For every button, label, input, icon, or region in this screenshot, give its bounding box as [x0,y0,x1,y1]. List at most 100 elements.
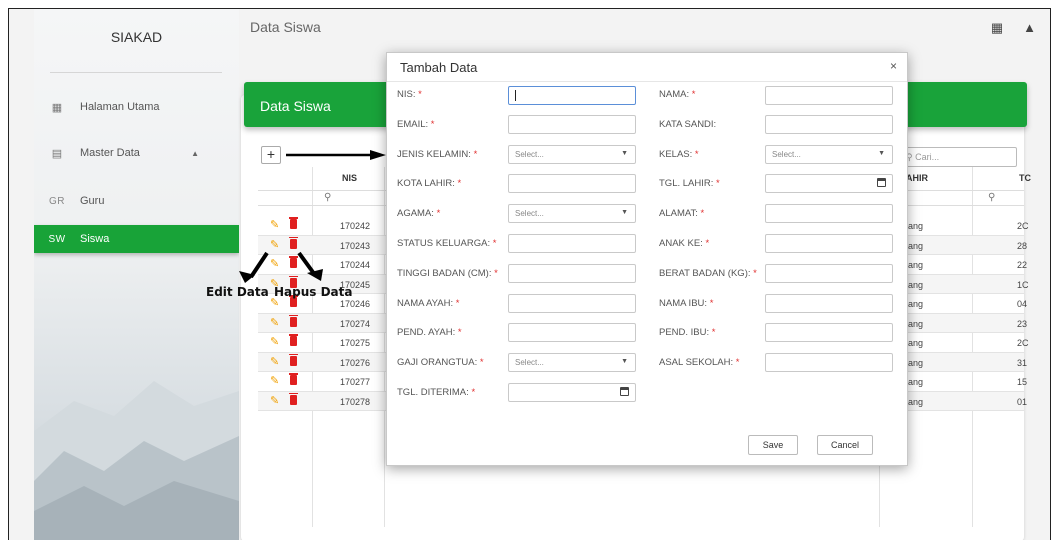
annotation-arrows [239,251,323,283]
tgl-diterima-field[interactable] [508,383,636,402]
delete-icon[interactable] [289,217,298,229]
tambah-data-dialog: Tambah Data × NIS: * NAMA: * EMAIL: * KA… [386,52,908,466]
page-title: Data Siswa [250,19,321,35]
asal-sekolah-field[interactable] [765,353,893,372]
filter-search-icon[interactable]: ⚲ [324,192,331,203]
search-input[interactable]: ⚲ Cari... [899,147,1017,167]
close-icon[interactable]: × [890,59,897,73]
edit-icon[interactable]: ✎ [270,374,279,387]
nama-ibu-label: NAMA IBU: * [659,298,714,309]
tgl-diterima-label: TGL. DITERIMA: * [397,387,476,398]
nama-ibu-field[interactable] [765,294,893,313]
sidebar-item-label: Master Data [80,147,140,159]
dialog-title: Tambah Data [400,60,478,75]
anak-ke-field[interactable] [765,234,893,253]
nama-ayah-field[interactable] [508,294,636,313]
jenis-kelamin-label: JENIS KELAMIN: * [397,149,478,160]
column-header-nis[interactable]: NIS [342,173,357,191]
delete-icon[interactable] [289,334,298,346]
dialog-divider [387,81,907,82]
agama-label: AGAMA: * [397,208,441,219]
sidebar-item-label: Guru [80,195,105,207]
pend-ayah-field[interactable] [508,323,636,342]
edit-icon[interactable]: ✎ [270,394,279,407]
text-caret [515,90,516,101]
tinggi-badan-label: TINGGI BADAN (CM): * [397,268,498,279]
alamat-field[interactable] [765,204,893,223]
edit-icon[interactable]: ✎ [270,335,279,348]
kota-lahir-field[interactable] [508,174,636,193]
sidebar-item-siswa[interactable]: SW Siswa [34,225,239,253]
brand-divider [50,72,222,73]
anak-ke-label: ANAK KE: * [659,238,710,249]
chevron-down-icon: ▼ [878,150,885,157]
app-brand: SIAKAD [110,29,163,45]
hapus-data-annotation: Hapus Data [274,285,353,299]
nis-field[interactable] [508,86,636,105]
tgl-lahir-field[interactable] [765,174,893,193]
cancel-button[interactable]: Cancel [817,435,873,455]
chevron-down-icon: ▼ [621,150,628,157]
nama-label: NAMA: * [659,89,696,100]
delete-icon[interactable] [289,353,298,366]
email-field[interactable] [508,115,636,134]
nis-label: NIS: * [397,89,422,100]
jenis-kelamin-select[interactable]: Select... ▼ [508,145,636,164]
app-window: SIAKAD ▦ Halaman Utama ▤ Master Data ▲ G… [8,8,1051,540]
sidebar-item-abbr: SW [48,233,66,245]
status-keluarga-label: STATUS KELUARGA: * [397,238,497,249]
delete-icon[interactable] [289,314,298,327]
calendar-icon[interactable] [877,178,886,187]
sidebar-item-guru[interactable]: GR Guru [34,187,239,215]
clipboard-icon: ▤ [51,147,63,160]
column-header-tc[interactable]: TC [1019,173,1031,191]
tinggi-badan-field[interactable] [508,264,636,283]
calendar-icon[interactable] [620,387,629,396]
delete-icon[interactable] [289,373,298,385]
asal-sekolah-label: ASAL SEKOLAH: * [659,357,740,368]
user-icon[interactable]: ▲ [1023,20,1036,36]
nama-field[interactable] [765,86,893,105]
kelas-label: KELAS: * [659,149,699,160]
edit-icon[interactable]: ✎ [270,355,279,368]
sidebar: SIAKAD ▦ Halaman Utama ▤ Master Data ▲ G… [34,9,239,540]
edit-icon[interactable]: ✎ [270,218,279,231]
berat-badan-label: BERAT BADAN (KG): * [659,268,757,279]
delete-icon[interactable] [289,392,298,405]
column-header-tgl-lahir[interactable]: AHIR [906,173,928,191]
agama-select[interactable]: Select... ▼ [508,204,636,223]
gaji-orangtua-select[interactable]: Select... ▼ [508,353,636,372]
status-keluarga-field[interactable] [508,234,636,253]
tgl-lahir-label: TGL. LAHIR: * [659,178,720,189]
kota-lahir-label: KOTA LAHIR: * [397,178,462,189]
kata-sandi-field[interactable] [765,115,893,134]
sidebar-item-abbr: GR [49,195,65,207]
nama-ayah-label: NAMA AYAH: * [397,298,460,309]
save-button[interactable]: Save [748,435,798,455]
filter-search-icon[interactable]: ⚲ [988,192,995,203]
pend-ibu-field[interactable] [765,323,893,342]
chevron-up-icon: ▲ [191,148,199,158]
sidebar-item-label: Halaman Utama [80,101,160,113]
pend-ayah-label: PEND. AYAH: * [397,327,462,338]
arrow-annotation [286,150,386,160]
edit-icon[interactable]: ✎ [270,316,279,329]
gaji-orangtua-label: GAJI ORANGTUA: * [397,357,484,368]
edit-data-annotation: Edit Data [206,285,269,299]
dashboard-icon: ▦ [51,101,63,114]
chevron-down-icon: ▼ [621,209,628,216]
kelas-select[interactable]: Select... ▼ [765,145,893,164]
sidebar-item-master-data[interactable]: ▤ Master Data ▲ [34,139,239,167]
mountain-background [34,381,239,540]
alamat-label: ALAMAT: * [659,208,705,219]
chevron-down-icon: ▼ [621,358,628,365]
add-button[interactable]: + [261,146,281,164]
kata-sandi-label: KATA SANDI: [659,119,717,130]
grid-icon[interactable]: ▦ [991,20,1003,36]
email-label: EMAIL: * [397,119,435,130]
topbar-icons: ▦ ▲ [991,20,1036,36]
pend-ibu-label: PEND. IBU: * [659,327,716,338]
sidebar-item-label: Siswa [80,233,110,245]
berat-badan-field[interactable] [765,264,893,283]
sidebar-item-halaman-utama[interactable]: ▦ Halaman Utama [34,93,239,121]
